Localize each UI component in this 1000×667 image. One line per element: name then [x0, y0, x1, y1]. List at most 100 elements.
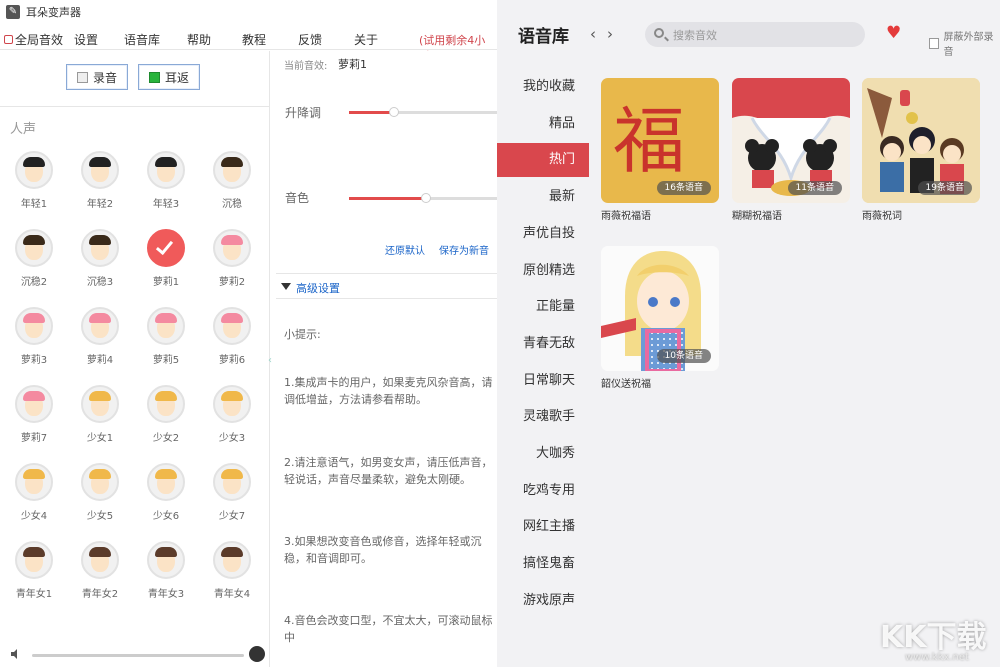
voice-item[interactable]: 萝莉5	[136, 307, 196, 366]
category-item[interactable]: 青春无敌	[497, 327, 589, 361]
record-button[interactable]: 录音	[66, 64, 128, 90]
mask-external-recording[interactable]: 屏蔽外部录音	[929, 28, 1000, 58]
voice-avatar-icon	[81, 541, 119, 579]
category-item[interactable]: 我的收藏	[497, 70, 589, 104]
menu-global-effect[interactable]: 全局音效	[4, 31, 63, 48]
voice-count-badge: 10条语音	[656, 349, 711, 363]
menu-tutorial[interactable]: 教程	[242, 31, 266, 48]
back-arrow-icon[interactable]: ‹	[590, 25, 596, 43]
voice-item[interactable]: 萝莉7	[4, 385, 64, 444]
voice-avatar-icon	[213, 385, 251, 423]
voice-label: 年轻3	[152, 199, 180, 210]
voice-item[interactable]: 青年女2	[70, 541, 130, 600]
voice-item[interactable]: 少女1	[70, 385, 130, 444]
voice-item[interactable]: 年轻3	[136, 151, 196, 210]
hair-shape	[89, 313, 111, 323]
reset-default-link[interactable]: 还原默认	[385, 242, 425, 257]
voice-item[interactable]: 萝莉1	[136, 229, 196, 288]
voice-item[interactable]: 青年女4	[202, 541, 262, 600]
voice-avatar-icon	[81, 463, 119, 501]
mask-checkbox[interactable]	[929, 37, 940, 49]
search-box[interactable]: 搜索音效	[645, 22, 865, 47]
voice-panel: 录音 耳返 人声 年轻1 年轻2 年轻3 沉稳 沉稳2 沉稳3 萝莉1 萝莉2 萝莉3 萝莉4 萝莉…	[0, 51, 270, 667]
card-thumbnail: 福 16条语音	[601, 78, 719, 203]
voice-avatar-icon	[15, 151, 53, 189]
forward-arrow-icon[interactable]: ›	[607, 25, 613, 43]
category-item[interactable]: 正能量	[497, 290, 589, 324]
voice-item[interactable]: 沉稳3	[70, 229, 130, 288]
voice-pack-card[interactable]: 19条语音 雨薇祝词	[862, 78, 980, 222]
voice-label: 年轻2	[86, 199, 114, 210]
earback-button[interactable]: 耳返	[138, 64, 200, 90]
voice-pack-card[interactable]: 10条语音 韶仪送祝福	[601, 246, 719, 390]
pitch-slider[interactable]	[349, 107, 509, 117]
hair-shape	[89, 235, 111, 245]
voice-label: 沉稳2	[20, 277, 48, 288]
search-placeholder: 搜索音效	[673, 29, 717, 42]
speaker-icon[interactable]	[10, 648, 22, 660]
voice-item[interactable]: 年轻1	[4, 151, 64, 210]
voice-item[interactable]: 萝莉6	[202, 307, 262, 366]
pitch-slider-knob[interactable]	[388, 107, 399, 117]
tips-title: 小提示:	[284, 328, 321, 341]
hair-shape	[89, 391, 111, 401]
category-item[interactable]: 搞怪鬼畜	[497, 547, 589, 581]
advanced-settings-toggle[interactable]: 高级设置	[276, 273, 497, 299]
timbre-slider[interactable]	[349, 193, 509, 203]
category-item[interactable]: 灵魂歌手	[497, 400, 589, 434]
favorite-heart-icon[interactable]: ♥	[886, 23, 901, 43]
voice-avatar-icon	[15, 463, 53, 501]
voice-item[interactable]: 少女5	[70, 463, 130, 522]
hair-shape	[221, 547, 243, 557]
volume-slider[interactable]	[32, 654, 244, 657]
hair-shape	[23, 469, 45, 479]
voice-item[interactable]: 萝莉2	[202, 229, 262, 288]
voice-pack-card[interactable]: 11条语音 糊糊祝福语	[732, 78, 850, 222]
category-item[interactable]: 吃鸡专用	[497, 474, 589, 508]
voice-item[interactable]: 少女4	[4, 463, 64, 522]
voice-item[interactable]: 少女6	[136, 463, 196, 522]
hair-shape	[221, 391, 243, 401]
category-item[interactable]: 大咖秀	[497, 437, 589, 471]
earback-checkbox-icon	[148, 71, 160, 83]
menu-library[interactable]: 语音库	[124, 31, 160, 48]
menu-feedback[interactable]: 反馈	[298, 31, 322, 48]
voice-item[interactable]: 少女3	[202, 385, 262, 444]
voice-avatar-icon	[213, 541, 251, 579]
category-item[interactable]: 精品	[497, 107, 589, 141]
voice-item[interactable]: 萝莉3	[4, 307, 64, 366]
voice-avatar-icon	[81, 151, 119, 189]
voice-item[interactable]: 青年女3	[136, 541, 196, 600]
category-item[interactable]: 原创精选	[497, 254, 589, 288]
voice-avatar-icon	[15, 307, 53, 345]
check-icon	[155, 236, 174, 256]
category-item[interactable]: 声优自投	[497, 217, 589, 251]
menu-about[interactable]: 关于	[354, 31, 378, 48]
volume-button-icon[interactable]	[249, 646, 265, 662]
current-effect-value: 萝莉1	[338, 58, 367, 71]
timbre-slider-knob[interactable]	[420, 193, 431, 203]
category-item[interactable]: 游戏原声	[497, 584, 589, 618]
voice-item[interactable]: 沉稳2	[4, 229, 64, 288]
hair-shape	[155, 547, 177, 557]
category-item[interactable]: 网红主播	[497, 510, 589, 544]
save-new-link[interactable]: 保存为新音	[439, 242, 489, 257]
voice-item[interactable]: 青年女1	[4, 541, 64, 600]
voice-avatar-icon	[81, 229, 119, 267]
voice-avatar-icon	[147, 463, 185, 501]
category-item[interactable]: 热门	[497, 143, 589, 178]
voice-item[interactable]: 沉稳	[202, 151, 262, 210]
menu-settings[interactable]: 设置	[74, 31, 98, 48]
category-item[interactable]: 日常聊天	[497, 364, 589, 398]
voice-item[interactable]: 萝莉4	[70, 307, 130, 366]
collapse-arrow-icon[interactable]: ‹	[268, 355, 272, 366]
voice-item[interactable]: 少女2	[136, 385, 196, 444]
voice-item[interactable]: 少女7	[202, 463, 262, 522]
voice-avatar-icon	[15, 541, 53, 579]
menu-help[interactable]: 帮助	[187, 31, 211, 48]
voice-item[interactable]: 年轻2	[70, 151, 130, 210]
voice-avatar-icon	[81, 385, 119, 423]
category-item[interactable]: 最新	[497, 180, 589, 214]
section-human-voice: 人声	[10, 122, 37, 137]
voice-pack-card[interactable]: 福 16条语音 雨薇祝福语	[601, 78, 719, 222]
